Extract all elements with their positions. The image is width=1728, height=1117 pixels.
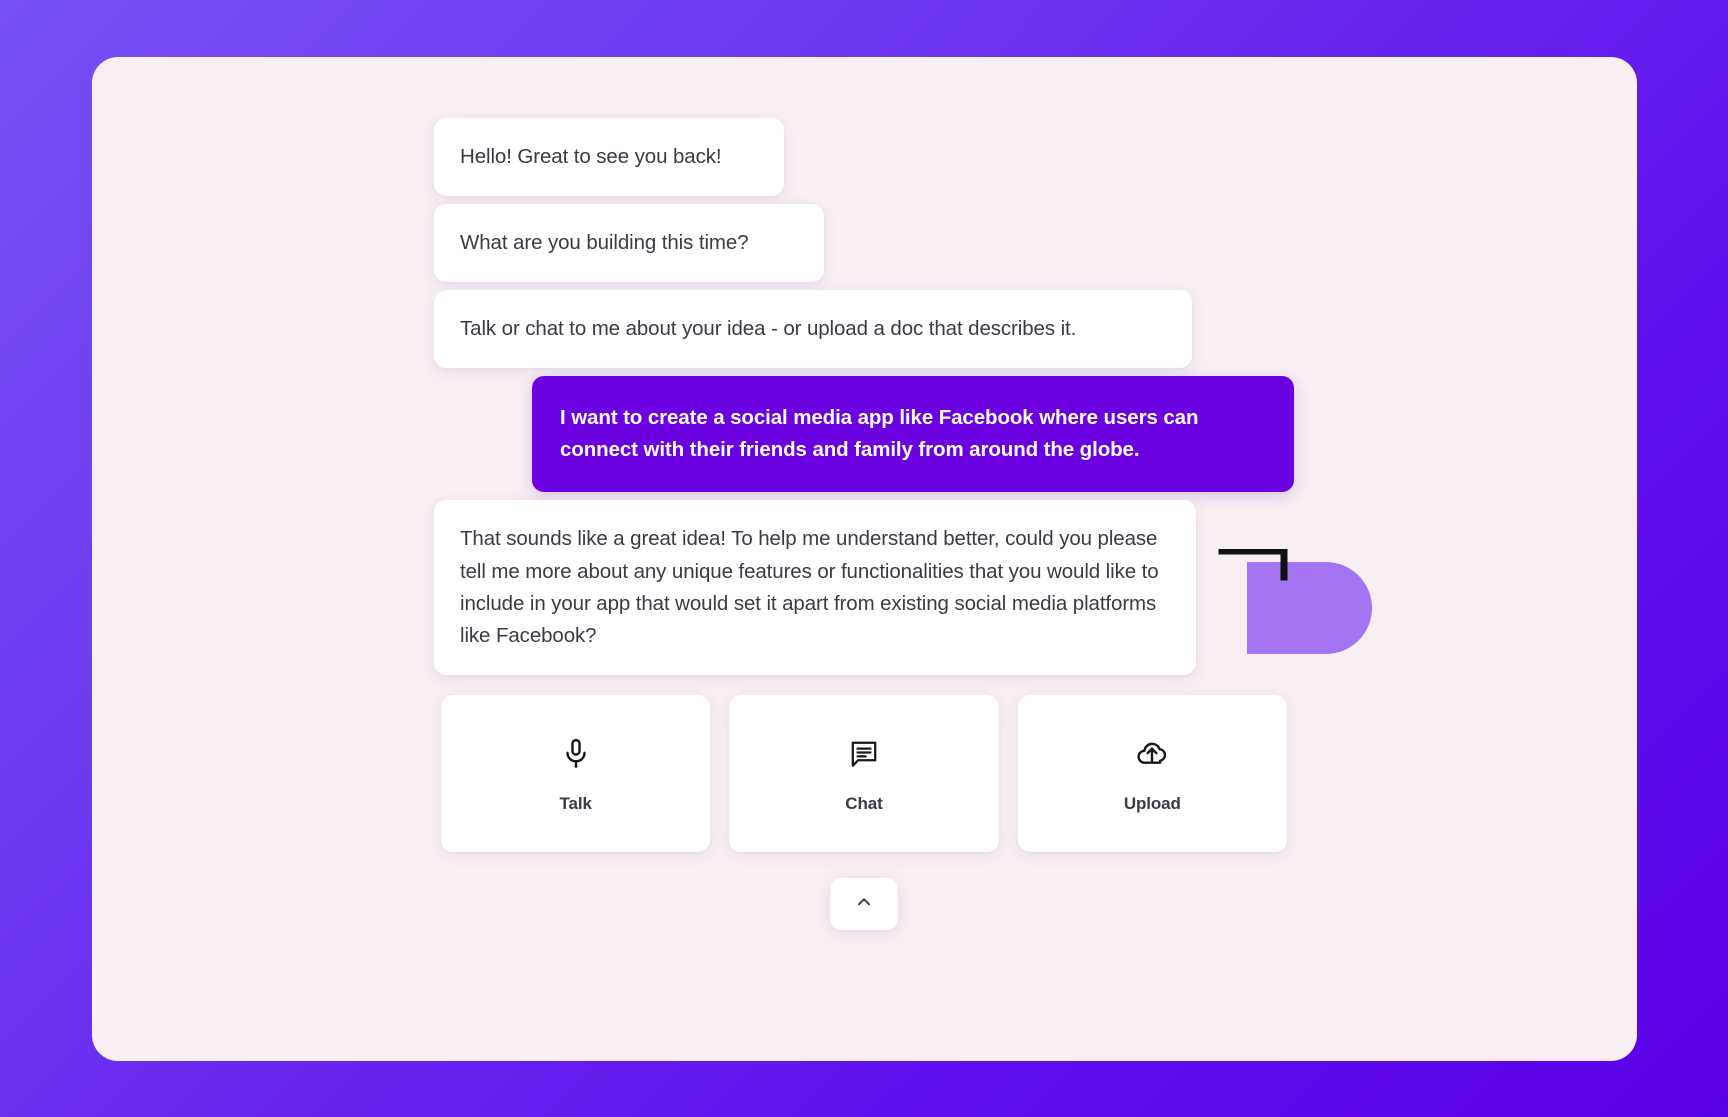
message-row: I want to create a social media app like…	[434, 376, 1294, 500]
message-row: That sounds like a great idea! To help m…	[434, 500, 1294, 676]
assistant-message-followup: That sounds like a great idea! To help m…	[434, 500, 1196, 676]
message-row: Talk or chat to me about your idea - or …	[434, 289, 1294, 376]
expand-panel-button[interactable]	[830, 878, 898, 931]
talk-button-label: Talk	[559, 793, 592, 813]
upload-button[interactable]: Upload	[1017, 695, 1287, 853]
talk-button[interactable]: Talk	[441, 695, 711, 853]
user-message: I want to create a social media app like…	[532, 376, 1294, 493]
message-row: What are you building this time?	[434, 203, 1294, 290]
assistant-app-card: Hello! Great to see you back! What are y…	[91, 56, 1637, 1061]
action-button-group: Talk Chat Upload	[441, 695, 1287, 853]
message-row: Hello! Great to see you back!	[434, 117, 1294, 204]
chat-area: Hello! Great to see you back! What are y…	[92, 57, 1637, 1061]
assistant-message-instructions: Talk or chat to me about your idea - or …	[434, 289, 1192, 369]
message-list: Hello! Great to see you back! What are y…	[434, 117, 1294, 676]
microphone-icon	[556, 734, 596, 774]
chat-button-label: Chat	[845, 793, 883, 813]
upload-button-label: Upload	[1123, 793, 1181, 813]
chat-button[interactable]: Chat	[729, 695, 999, 853]
assistant-message-question: What are you building this time?	[434, 203, 824, 282]
assistant-message-greeting: Hello! Great to see you back!	[434, 117, 784, 196]
cloud-upload-icon	[1132, 734, 1172, 774]
chevron-up-icon	[853, 891, 875, 918]
chat-bubble-icon	[844, 734, 884, 774]
